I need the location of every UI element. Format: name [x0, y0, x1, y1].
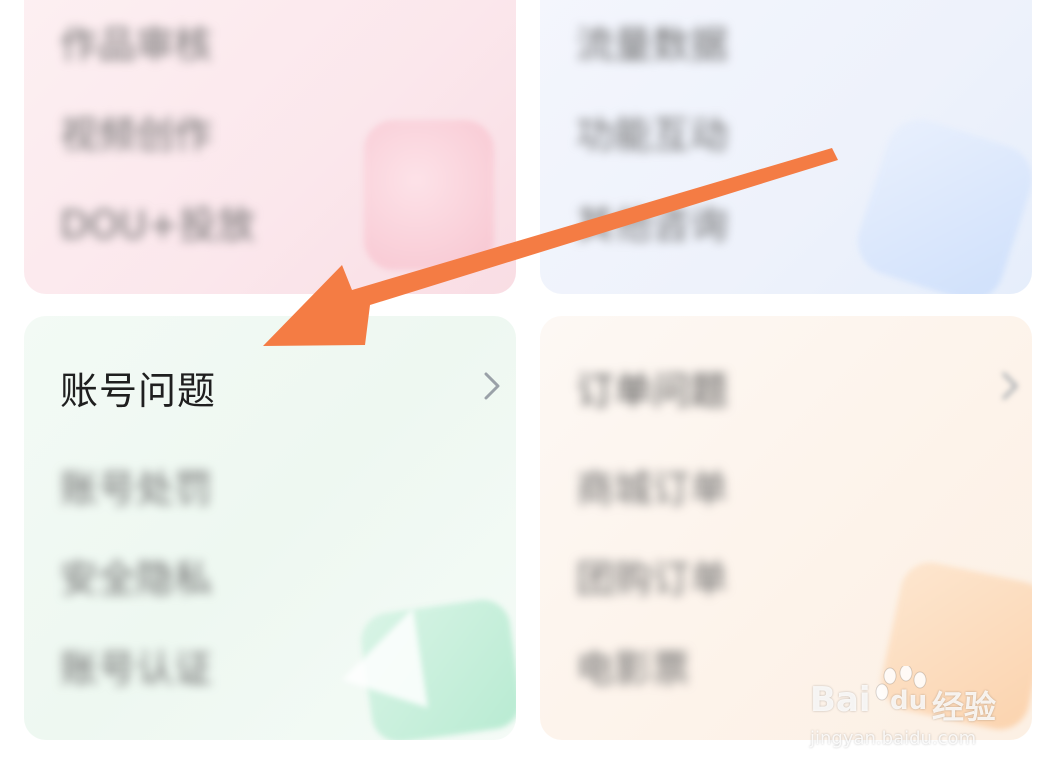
annotation-arrow-icon [263, 148, 838, 346]
watermark-du: du [890, 686, 928, 716]
watermark-url: jingyan.baidu.com [810, 728, 977, 749]
watermark-bai: Bai [810, 680, 871, 720]
baidu-watermark: Bai du 经验 jingyan.baidu.com [808, 666, 1018, 766]
watermark-jingyan: 经验 [932, 688, 997, 726]
